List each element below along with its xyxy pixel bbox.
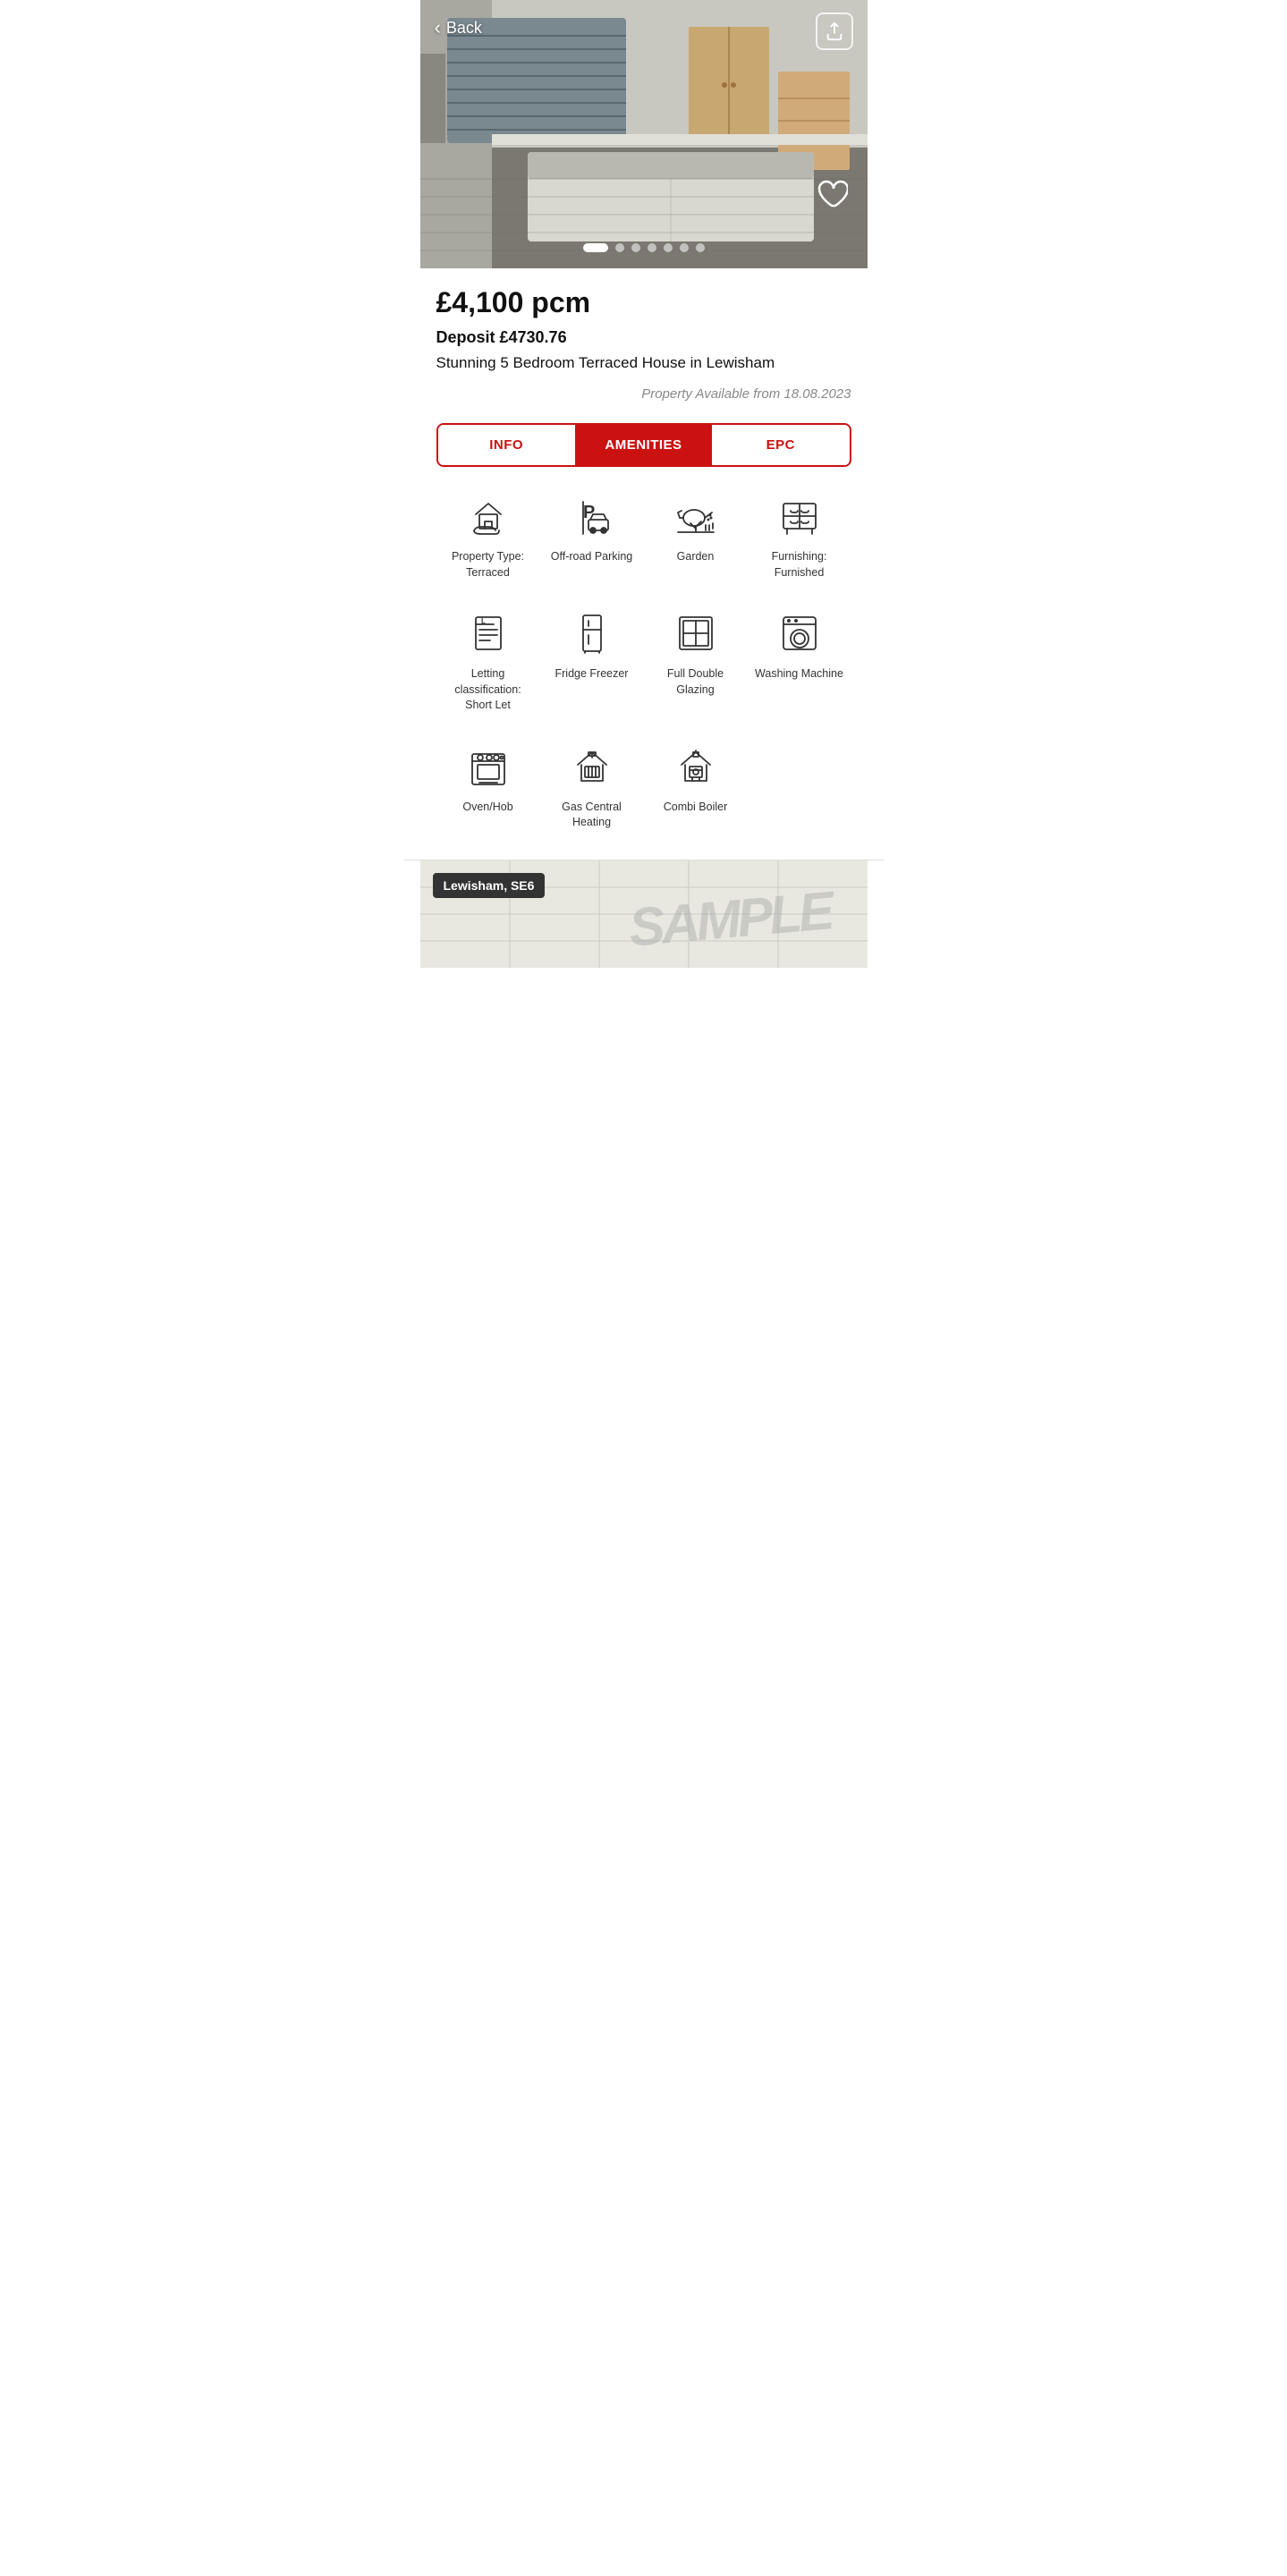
favorite-button[interactable] [812,175,851,215]
oven-icon [464,742,512,791]
tabs-bar: INFO AMENITIES EPC [436,423,851,467]
amenity-oven: Oven/Hob [440,742,537,831]
amenities-row-2: L Letting classification:Short Let [436,609,851,714]
tab-info[interactable]: INFO [438,425,575,465]
amenity-furnishing: Furnishing:Furnished [751,492,848,580]
dot-3[interactable] [631,243,640,252]
map-preview[interactable]: Lewisham, SE6 SAMPLE [420,860,868,968]
amenity-fridge: Fridge Freezer [544,609,640,714]
amenity-garden: Garden [648,492,744,580]
back-label: Back [446,19,482,38]
amenity-parking-label: Off-road Parking [551,549,632,565]
tab-amenities[interactable]: AMENITIES [575,425,712,465]
washing-icon [775,609,824,657]
letting-icon: L [464,609,512,657]
amenity-furnishing-label: Furnishing:Furnished [772,549,827,580]
amenity-fridge-label: Fridge Freezer [555,666,629,682]
furnishing-icon [775,492,824,540]
dot-2[interactable] [615,243,624,252]
amenity-garden-label: Garden [677,549,715,565]
available-date: Property Available from 18.08.2023 [436,386,851,402]
amenity-gas-heating-label: Gas Central Heating [544,800,640,831]
amenities-row-3: Oven/Hob [436,742,851,831]
amenity-washing-label: Washing Machine [755,666,843,682]
deposit: Deposit £4730.76 [436,328,851,347]
map-location-label: Lewisham, SE6 [433,873,546,898]
parking-icon: P [568,492,616,540]
dot-4[interactable] [648,243,656,252]
property-title: Stunning 5 Bedroom Terraced House in Lew… [436,354,851,372]
house-hand-icon [464,492,512,540]
amenity-letting-label: Letting classification:Short Let [440,666,537,714]
dot-1[interactable] [583,243,608,252]
combi-boiler-icon [672,742,720,791]
heart-icon [816,179,848,211]
amenity-gas-heating: Gas Central Heating [544,742,640,831]
share-icon [825,21,844,41]
tab-epc[interactable]: EPC [712,425,849,465]
amenity-property-type: Property Type:Terraced [440,492,537,580]
back-button[interactable]: ‹ Back [435,16,482,39]
svg-text:L: L [481,617,486,625]
glazing-icon [672,609,720,657]
amenity-glazing: Full Double Glazing [648,609,744,714]
gas-heating-icon [568,742,616,791]
image-dots-indicator [583,243,705,252]
amenity-oven-label: Oven/Hob [462,800,512,816]
share-button[interactable] [816,13,853,50]
garden-icon [672,492,720,540]
price: £4,100 pcm [436,286,851,319]
amenities-row-1: Property Type:Terraced P Off-road Parkin… [436,492,851,580]
hero-image: ‹ Back [420,0,868,268]
dot-6[interactable] [680,243,689,252]
amenity-combi-boiler: Combi Boiler [648,742,744,831]
amenity-property-type-label: Property Type:Terraced [452,549,524,580]
amenity-combi-boiler-label: Combi Boiler [664,800,728,816]
dot-5[interactable] [664,243,673,252]
amenity-washing: Washing Machine [751,609,848,714]
amenity-parking: P Off-road Parking [544,492,640,580]
dot-7[interactable] [696,243,705,252]
amenity-empty [751,742,848,831]
back-chevron-icon: ‹ [435,16,441,39]
fridge-icon [568,609,616,657]
amenity-glazing-label: Full Double Glazing [648,666,744,698]
amenity-letting: L Letting classification:Short Let [440,609,537,714]
